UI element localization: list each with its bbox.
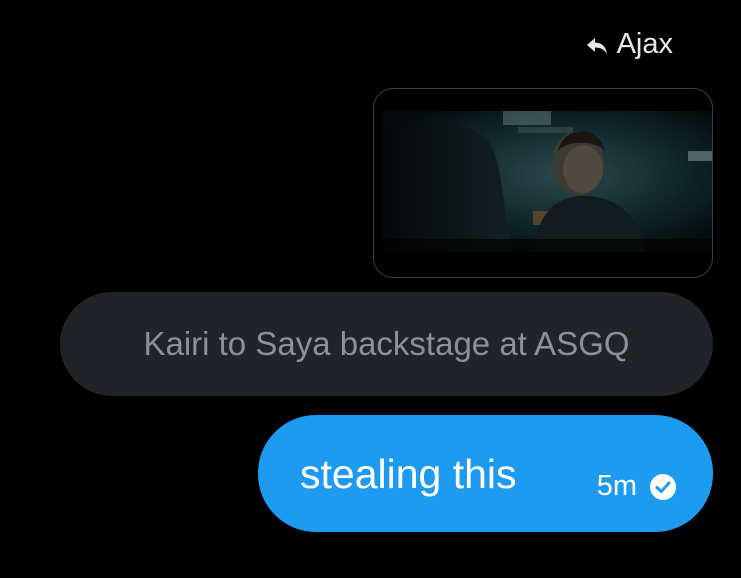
video-still[interactable] (383, 111, 712, 252)
reply-header[interactable]: Ajax (585, 28, 673, 61)
read-check-icon (649, 473, 677, 501)
quoted-message-bubble[interactable]: Kairi to Saya backstage at ASGQ (60, 292, 713, 396)
reply-to-name: Ajax (616, 28, 673, 60)
reply-arrow-icon (585, 33, 609, 57)
sent-message-text: stealing this (300, 451, 517, 497)
sent-message-bubble[interactable]: stealing this 5m (258, 415, 713, 532)
media-attachment[interactable] (373, 88, 713, 278)
dm-conversation: Ajax Kairi to Saya backstage at ASGQ ste… (0, 0, 741, 578)
message-meta: 5m (597, 470, 677, 503)
message-timestamp: 5m (596, 470, 637, 502)
quoted-message-text: Kairi to Saya backstage at ASGQ (143, 325, 630, 362)
